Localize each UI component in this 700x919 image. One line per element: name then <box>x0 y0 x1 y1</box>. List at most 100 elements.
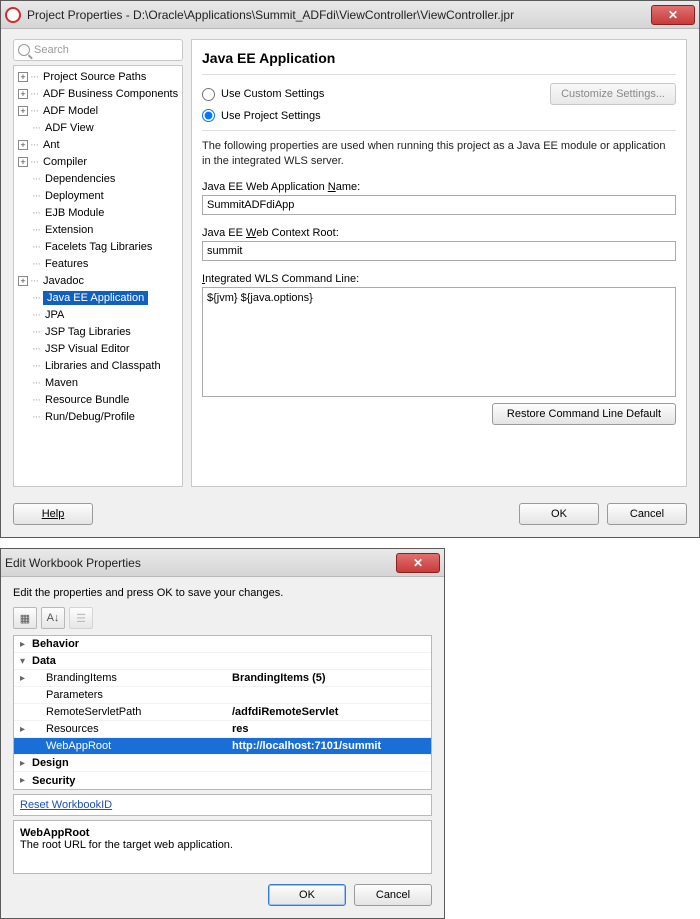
property-resources[interactable]: Resourcesres <box>14 721 431 738</box>
property-webapproot[interactable]: WebAppRoothttp://localhost:7101/summit <box>14 738 431 755</box>
tree-item-jsp-visual-editor[interactable]: ···JSP Visual Editor <box>14 340 182 357</box>
property-name: WebAppRoot <box>32 740 232 752</box>
property-value[interactable]: BrandingItems (5) <box>232 672 431 684</box>
use-project-settings-radio[interactable] <box>202 109 215 122</box>
reset-workbook-id-link[interactable]: Reset WorkbookID <box>20 799 112 811</box>
tree-item-adf-business-components[interactable]: +···ADF Business Components <box>14 85 182 102</box>
tree-connector-icon: ··· <box>32 394 40 406</box>
ok-button[interactable]: OK <box>519 503 599 525</box>
tree-item-label: JSP Tag Libraries <box>43 325 133 339</box>
expand-arrow-icon[interactable] <box>20 656 32 667</box>
category-tree[interactable]: +···Project Source Paths+···ADF Business… <box>13 65 183 487</box>
use-custom-settings-label: Use Custom Settings <box>221 88 324 100</box>
tree-item-adf-model[interactable]: +···ADF Model <box>14 102 182 119</box>
category-behavior[interactable]: Behavior <box>14 636 431 653</box>
cmdline-label: Integrated WLS Command Line: <box>202 273 676 285</box>
expander-icon[interactable]: + <box>18 276 28 286</box>
button-row: OK Cancel <box>13 884 432 906</box>
tree-item-adf-view[interactable]: ···ADF View <box>14 119 182 136</box>
tree-connector-icon: ··· <box>32 377 40 389</box>
property-name: Resources <box>32 723 232 735</box>
expander-icon[interactable]: + <box>18 72 28 82</box>
tree-item-libraries-and-classpath[interactable]: ···Libraries and Classpath <box>14 357 182 374</box>
expander-icon[interactable]: + <box>18 89 28 99</box>
search-icon <box>18 44 30 56</box>
close-button[interactable]: ✕ <box>396 553 440 573</box>
tree-item-label: Project Source Paths <box>41 70 148 84</box>
tree-connector-icon: ··· <box>32 411 40 423</box>
expander-icon[interactable]: + <box>18 157 28 167</box>
cancel-button[interactable]: Cancel <box>607 503 687 525</box>
tree-item-label: Javadoc <box>41 274 86 288</box>
tree-item-label: Run/Debug/Profile <box>43 410 137 424</box>
tree-item-label: JSP Visual Editor <box>43 342 132 356</box>
property-parameters[interactable]: Parameters <box>14 687 431 704</box>
tree-connector-icon: ··· <box>32 343 40 355</box>
property-remoteservletpath[interactable]: RemoteServletPath/adfdiRemoteServlet <box>14 704 431 721</box>
tree-item-javadoc[interactable]: +···Javadoc <box>14 272 182 289</box>
tree-item-facelets-tag-libraries[interactable]: ···Facelets Tag Libraries <box>14 238 182 255</box>
tree-item-deployment[interactable]: ···Deployment <box>14 187 182 204</box>
category-security[interactable]: Security <box>14 772 431 789</box>
tree-item-jsp-tag-libraries[interactable]: ···JSP Tag Libraries <box>14 323 182 340</box>
alpha-sort-icon: A↓ <box>47 612 60 624</box>
expander-icon[interactable]: + <box>18 140 28 150</box>
cancel-button[interactable]: Cancel <box>354 884 432 906</box>
property-name: Design <box>32 757 232 769</box>
alphabetical-view-button[interactable]: A↓ <box>41 607 65 629</box>
tree-connector-icon: ··· <box>32 258 40 270</box>
tree-item-label: EJB Module <box>43 206 106 220</box>
tree-item-maven[interactable]: ···Maven <box>14 374 182 391</box>
restore-cmdline-button[interactable]: Restore Command Line Default <box>492 403 676 425</box>
tree-item-java-ee-application[interactable]: ···Java EE Application <box>14 289 182 306</box>
tree-item-jpa[interactable]: ···JPA <box>14 306 182 323</box>
tree-item-label: JPA <box>43 308 66 322</box>
property-value[interactable]: res <box>232 723 431 735</box>
tree-item-run-debug-profile[interactable]: ···Run/Debug/Profile <box>14 408 182 425</box>
tree-item-extension[interactable]: ···Extension <box>14 221 182 238</box>
titlebar[interactable]: Project Properties - D:\Oracle\Applicati… <box>1 1 699 29</box>
property-grid[interactable]: BehaviorDataBrandingItemsBrandingItems (… <box>13 635 432 790</box>
property-help-box: WebAppRoot The root URL for the target w… <box>13 820 432 874</box>
property-brandingitems[interactable]: BrandingItemsBrandingItems (5) <box>14 670 431 687</box>
tree-item-compiler[interactable]: +···Compiler <box>14 153 182 170</box>
expand-arrow-icon[interactable] <box>20 775 32 786</box>
tree-item-features[interactable]: ···Features <box>14 255 182 272</box>
categorized-view-button[interactable]: ▦ <box>13 607 37 629</box>
property-name: Parameters <box>32 689 232 701</box>
tree-item-project-source-paths[interactable]: +···Project Source Paths <box>14 68 182 85</box>
property-value[interactable]: /adfdiRemoteServlet <box>232 706 431 718</box>
left-pane: Search +···Project Source Paths+···ADF B… <box>13 39 183 487</box>
property-value[interactable]: http://localhost:7101/summit <box>232 740 431 752</box>
expand-arrow-icon[interactable] <box>20 724 32 735</box>
categorized-icon: ▦ <box>20 612 30 625</box>
use-custom-settings-radio[interactable] <box>202 88 215 101</box>
tree-connector-icon: ··· <box>32 224 40 236</box>
expand-arrow-icon[interactable] <box>20 758 32 769</box>
expander-icon[interactable]: + <box>18 106 28 116</box>
category-data[interactable]: Data <box>14 653 431 670</box>
expand-arrow-icon[interactable] <box>20 639 32 650</box>
tree-item-label: Extension <box>43 223 95 237</box>
help-property-name: WebAppRoot <box>20 827 425 839</box>
tree-item-dependencies[interactable]: ···Dependencies <box>14 170 182 187</box>
tree-item-resource-bundle[interactable]: ···Resource Bundle <box>14 391 182 408</box>
property-pages-button: ☰ <box>69 607 93 629</box>
help-button[interactable]: Help <box>13 503 93 525</box>
cmdline-input[interactable] <box>202 287 676 397</box>
tree-item-ant[interactable]: +···Ant <box>14 136 182 153</box>
app-icon <box>5 7 21 23</box>
search-input[interactable]: Search <box>13 39 183 61</box>
tree-item-label: ADF Model <box>41 104 100 118</box>
expand-arrow-icon[interactable] <box>20 673 32 684</box>
customize-settings-button: Customize Settings... <box>550 83 676 105</box>
tree-item-label: Dependencies <box>43 172 117 186</box>
context-root-input[interactable] <box>202 241 676 261</box>
ok-button[interactable]: OK <box>268 884 346 906</box>
tree-connector-icon: ··· <box>30 88 38 100</box>
titlebar[interactable]: Edit Workbook Properties ✕ <box>1 549 444 577</box>
category-design[interactable]: Design <box>14 755 431 772</box>
appname-input[interactable] <box>202 195 676 215</box>
tree-item-ejb-module[interactable]: ···EJB Module <box>14 204 182 221</box>
close-button[interactable]: ✕ <box>651 5 695 25</box>
